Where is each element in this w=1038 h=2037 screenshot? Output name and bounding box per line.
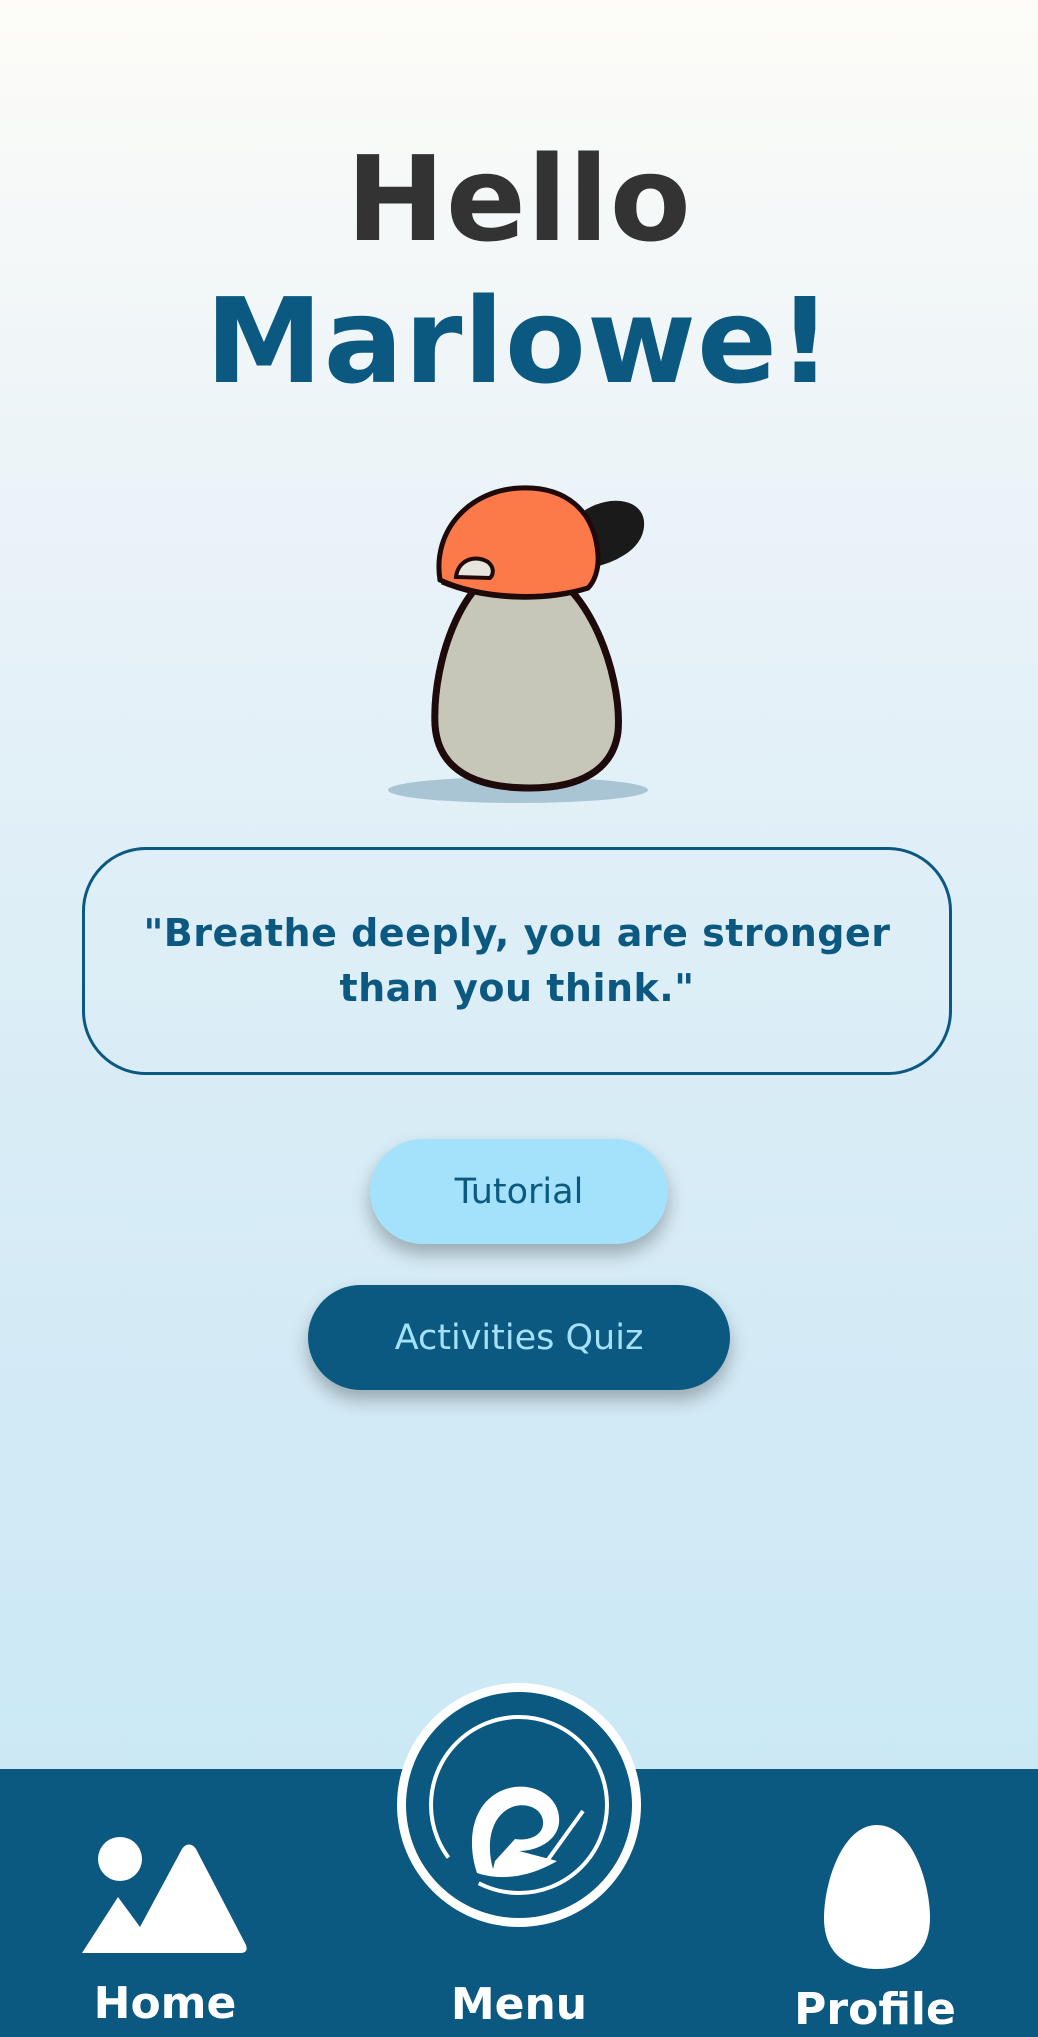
- nav-profile[interactable]: Profile: [780, 1820, 970, 2036]
- quote-card: "Breathe deeply, you are stronger than y…: [82, 847, 952, 1075]
- app-logo-icon: [406, 1692, 632, 1918]
- egg-icon: [824, 1825, 930, 1969]
- tutorial-button[interactable]: Tutorial: [370, 1139, 668, 1244]
- mountain-icon: [82, 1837, 247, 1953]
- egg-mascot-with-cap-icon: [380, 470, 660, 810]
- nav-home-label: Home: [93, 1978, 237, 2029]
- activities-quiz-button[interactable]: Activities Quiz: [308, 1285, 730, 1390]
- greeting-user-name: Marlowe!: [205, 272, 833, 410]
- nav-home[interactable]: Home: [60, 1830, 270, 2030]
- greeting-hello: Hello: [346, 130, 692, 268]
- menu-button[interactable]: [397, 1683, 641, 1927]
- quote-text: "Breathe deeply, you are stronger than y…: [143, 910, 891, 1010]
- nav-profile-label: Profile: [794, 1984, 956, 2035]
- nav-menu-label: Menu: [450, 1979, 588, 2030]
